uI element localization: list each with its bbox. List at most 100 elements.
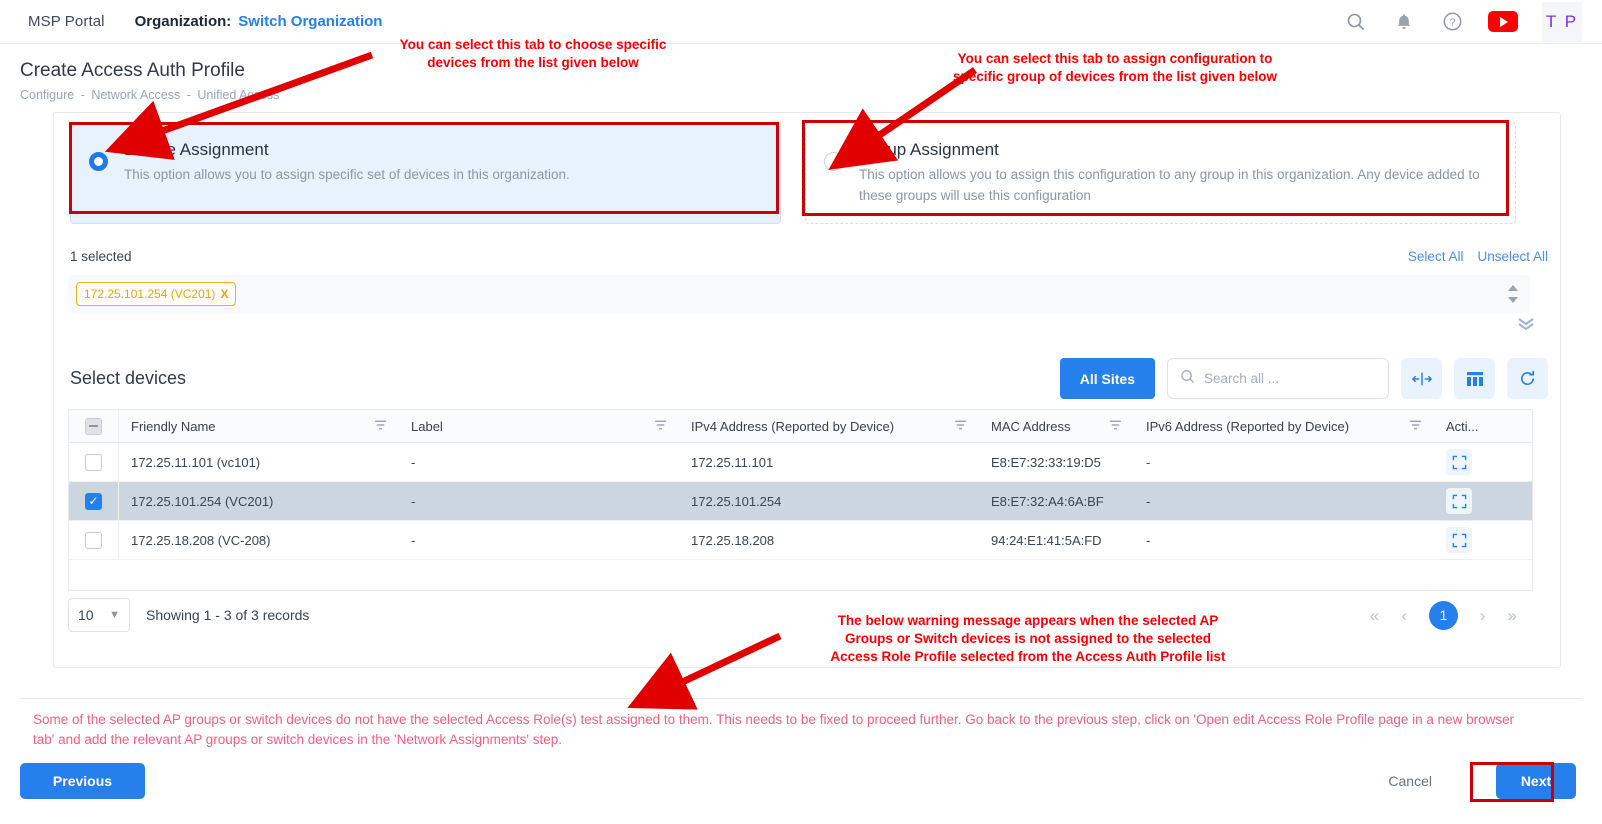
expand-icon[interactable]	[1446, 527, 1472, 553]
fit-width-icon[interactable]	[1401, 358, 1442, 399]
page-title: Create Access Auth Profile	[20, 60, 279, 82]
avatar[interactable]: T P	[1542, 2, 1582, 42]
svg-text:?: ?	[1449, 17, 1455, 29]
refresh-icon[interactable]	[1507, 358, 1548, 399]
cell-ipv4: 172.25.18.208	[679, 521, 979, 559]
cell-actions	[1434, 443, 1532, 481]
expand-icon[interactable]	[1446, 488, 1472, 514]
column-header-actions: Acti...	[1434, 410, 1532, 442]
chevron-down-icon[interactable]	[1508, 297, 1518, 303]
breadcrumb-item-configure[interactable]: Configure	[20, 88, 74, 102]
next-button[interactable]: Next	[1496, 763, 1576, 799]
device-assignment-radio[interactable]	[89, 152, 108, 171]
footer-divider	[20, 698, 1582, 699]
group-assignment-option[interactable]: Group Assignment This option allows you …	[805, 122, 1516, 224]
column-header-mac[interactable]: MAC Address	[979, 410, 1134, 442]
columns-icon[interactable]	[1454, 358, 1495, 399]
device-assignment-description: This option allows you to assign specifi…	[124, 165, 762, 186]
column-header-ipv6[interactable]: IPv6 Address (Reported by Device)	[1134, 410, 1434, 442]
filter-icon[interactable]	[1409, 419, 1422, 433]
select-all-link[interactable]: Select All	[1408, 249, 1464, 264]
table-header-row: Friendly Name Label IPv4 Address (Report…	[69, 410, 1532, 443]
records-summary: Showing 1 - 3 of 3 records	[146, 607, 309, 623]
organization-group: Organization: Switch Organization	[135, 13, 383, 30]
selection-actions: Select All Unselect All	[1408, 249, 1548, 264]
search-icon[interactable]	[1344, 10, 1368, 34]
close-icon[interactable]: X	[220, 287, 228, 301]
top-navigation-bar: MSP Portal Organization: Switch Organiza…	[0, 0, 1602, 44]
youtube-icon[interactable]	[1488, 11, 1518, 32]
chevron-down-icon: ▼	[109, 609, 120, 621]
device-assignment-title: Device Assignment	[124, 140, 762, 160]
annotation-group-tab: You can select this tab to assign config…	[910, 50, 1320, 86]
previous-button[interactable]: Previous	[20, 763, 145, 799]
row-checkbox[interactable]	[85, 532, 102, 549]
cell-ipv4: 172.25.101.254	[679, 482, 979, 520]
row-checkbox-cell	[69, 521, 119, 559]
search-icon	[1180, 369, 1195, 389]
column-header-label-text: Label	[411, 419, 443, 434]
cell-label: -	[399, 521, 679, 559]
rows-per-page-select[interactable]: 10 ▼	[68, 598, 130, 632]
expand-chips-chevron-down-icon[interactable]	[1516, 317, 1536, 334]
first-page-button[interactable]: «	[1370, 607, 1379, 624]
search-input-wrapper[interactable]	[1167, 358, 1389, 399]
breadcrumb-item-unified-access[interactable]: Unified Access	[197, 88, 279, 102]
select-all-checkbox[interactable]	[85, 418, 102, 435]
row-checkbox[interactable]	[85, 454, 102, 471]
help-icon[interactable]: ?	[1440, 10, 1464, 34]
last-page-button[interactable]: »	[1508, 607, 1517, 624]
table-row[interactable]: 172.25.18.208 (VC-208) - 172.25.18.208 9…	[69, 521, 1532, 560]
filter-icon[interactable]	[954, 419, 967, 433]
switch-organization-link[interactable]: Switch Organization	[238, 13, 382, 30]
devices-table: Friendly Name Label IPv4 Address (Report…	[68, 409, 1533, 591]
column-header-friendly-name-label: Friendly Name	[131, 419, 216, 434]
pagination-bar: 10 ▼ Showing 1 - 3 of 3 records « ‹ 1 › …	[68, 588, 1533, 642]
filter-icon[interactable]	[654, 419, 667, 433]
row-checkbox-cell	[69, 443, 119, 481]
search-input[interactable]	[1204, 371, 1376, 386]
column-header-friendly-name[interactable]: Friendly Name	[119, 410, 399, 442]
cell-friendly-name: 172.25.11.101 (vc101)	[119, 443, 399, 481]
cell-actions	[1434, 521, 1532, 559]
topbar-right-group: ? T P	[1344, 2, 1602, 42]
cell-mac: E8:E7:32:33:19:D5	[979, 443, 1134, 481]
cell-label: -	[399, 443, 679, 481]
unselect-all-link[interactable]: Unselect All	[1477, 249, 1548, 264]
cancel-button[interactable]: Cancel	[1370, 763, 1450, 799]
column-header-ipv4[interactable]: IPv4 Address (Reported by Device)	[679, 410, 979, 442]
breadcrumb-item-network-access[interactable]: Network Access	[91, 88, 180, 102]
page-number-1[interactable]: 1	[1429, 601, 1458, 630]
group-assignment-radio[interactable]	[824, 152, 843, 171]
selected-chip[interactable]: 172.25.101.254 (VC201) X	[76, 282, 236, 306]
filter-icon[interactable]	[1109, 419, 1122, 433]
table-empty-filler-row	[69, 560, 1532, 590]
warning-message: Some of the selected AP groups or switch…	[33, 710, 1533, 749]
header-checkbox-cell	[69, 410, 119, 442]
cell-actions	[1434, 482, 1532, 520]
device-assignment-text: Device Assignment This option allows you…	[124, 140, 762, 207]
topbar-left-group: MSP Portal Organization: Switch Organiza…	[0, 13, 382, 30]
group-assignment-title: Group Assignment	[859, 140, 1497, 160]
bell-icon[interactable]	[1392, 10, 1416, 34]
expand-icon[interactable]	[1446, 449, 1472, 475]
table-row[interactable]: ✓ 172.25.101.254 (VC201) - 172.25.101.25…	[69, 482, 1532, 521]
column-header-mac-label: MAC Address	[991, 419, 1070, 434]
page-header: Create Access Auth Profile Configure - N…	[20, 60, 279, 102]
pagination-controls: « ‹ 1 › »	[1370, 601, 1533, 630]
breadcrumb-separator: -	[187, 88, 191, 102]
chip-scroll-spinner[interactable]	[1508, 285, 1522, 303]
msp-portal-label[interactable]: MSP Portal	[28, 13, 105, 30]
all-sites-button[interactable]: All Sites	[1060, 358, 1155, 399]
table-row[interactable]: 172.25.11.101 (vc101) - 172.25.11.101 E8…	[69, 443, 1532, 482]
cell-friendly-name: 172.25.101.254 (VC201)	[119, 482, 399, 520]
next-page-button[interactable]: ›	[1480, 607, 1486, 624]
rows-per-page-value: 10	[78, 607, 94, 623]
column-header-label[interactable]: Label	[399, 410, 679, 442]
filter-icon[interactable]	[374, 419, 387, 433]
chevron-up-icon[interactable]	[1508, 285, 1518, 291]
row-checkbox[interactable]: ✓	[85, 493, 102, 510]
column-header-ipv4-label: IPv4 Address (Reported by Device)	[691, 419, 894, 434]
device-assignment-option[interactable]: Device Assignment This option allows you…	[70, 122, 781, 224]
previous-page-button[interactable]: ‹	[1401, 607, 1407, 624]
